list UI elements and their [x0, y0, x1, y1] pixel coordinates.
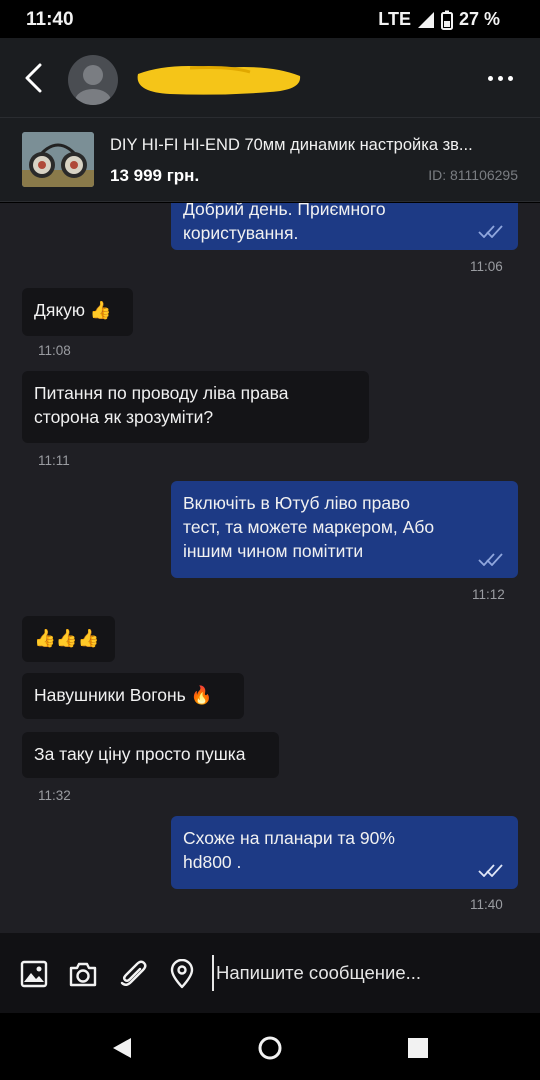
message-input[interactable]: Напишите сообщение...	[212, 955, 522, 991]
attach-button[interactable]	[118, 959, 148, 989]
message-text: Питання по проводу ліва права сторона як…	[34, 383, 289, 427]
image-button[interactable]	[19, 959, 49, 989]
back-button[interactable]	[14, 58, 54, 98]
nav-recents-button[interactable]	[405, 1035, 431, 1061]
message-bubble[interactable]: 👍👍👍	[22, 616, 115, 662]
paperclip-icon	[120, 960, 147, 986]
message-text: Добрий день. Приємного користування.	[183, 203, 386, 243]
camera-icon	[69, 962, 97, 987]
system-nav-bar	[0, 1013, 540, 1080]
nav-back-button[interactable]	[109, 1035, 135, 1061]
message-time: 11:08	[38, 343, 71, 358]
chat-messages[interactable]: Добрий день. Приємного користування. 11:…	[0, 203, 540, 933]
battery-icon	[440, 10, 453, 30]
product-title: DIY HI-FI HI-END 70мм динамик настройка …	[110, 136, 473, 154]
image-icon	[20, 960, 48, 988]
message-time: 11:12	[472, 587, 505, 602]
message-text: Дякую 👍	[34, 300, 112, 320]
status-indicators: LTE 27 %	[378, 9, 500, 30]
signal-icon	[417, 11, 435, 29]
message-text: Схоже на планари та 90% hd800 .	[183, 828, 395, 872]
avatar[interactable]	[68, 55, 118, 105]
message-bubble[interactable]: За таку ціну просто пушка	[22, 732, 279, 778]
status-bar: 11:40 LTE 27 %	[0, 0, 540, 38]
message-text: Включіть в Ютуб ліво право тест, та може…	[183, 493, 435, 561]
more-options-button[interactable]	[482, 64, 518, 92]
message-text: За таку ціну просто пушка	[34, 744, 246, 764]
chevron-left-icon	[25, 63, 42, 93]
product-thumbnail[interactable]	[22, 132, 94, 187]
chat-header	[0, 38, 540, 118]
square-recents-icon	[408, 1038, 428, 1058]
location-pin-icon	[170, 959, 194, 989]
location-button[interactable]	[167, 959, 197, 989]
message-time: 11:40	[470, 897, 503, 912]
network-type: LTE	[378, 9, 411, 29]
double-check-icon	[478, 864, 503, 877]
message-time: 11:11	[38, 453, 70, 468]
double-check-icon	[478, 553, 503, 566]
message-bubble[interactable]: Добрий день. Приємного користування.	[171, 203, 518, 250]
triangle-back-icon	[113, 1038, 131, 1058]
camera-button[interactable]	[68, 959, 98, 989]
message-time: 11:06	[470, 259, 503, 274]
message-bubble[interactable]: Включіть в Ютуб ліво право тест, та може…	[171, 481, 518, 578]
status-time: 11:40	[26, 9, 74, 30]
message-bubble[interactable]: Питання по проводу ліва права сторона як…	[22, 371, 369, 443]
circle-home-icon	[258, 1036, 282, 1060]
message-bubble[interactable]: Навушники Вогонь 🔥	[22, 673, 244, 719]
message-text: 👍👍👍	[34, 628, 100, 648]
product-id: ID: 811106295	[428, 167, 518, 183]
nav-home-button[interactable]	[257, 1035, 283, 1061]
name-redaction	[137, 66, 301, 95]
message-bubble[interactable]: Схоже на планари та 90% hd800 .	[171, 816, 518, 889]
message-time: 11:32	[38, 788, 71, 803]
message-composer: Напишите сообщение...	[0, 933, 540, 1013]
product-price: 13 999 грн.	[110, 166, 200, 185]
product-bar[interactable]: DIY HI-FI HI-END 70мм динамик настройка …	[0, 118, 540, 202]
double-check-icon	[478, 225, 503, 238]
battery-level: 27 %	[458, 9, 500, 29]
message-bubble[interactable]: Дякую 👍	[22, 288, 133, 336]
message-text: Навушники Вогонь 🔥	[34, 685, 213, 705]
